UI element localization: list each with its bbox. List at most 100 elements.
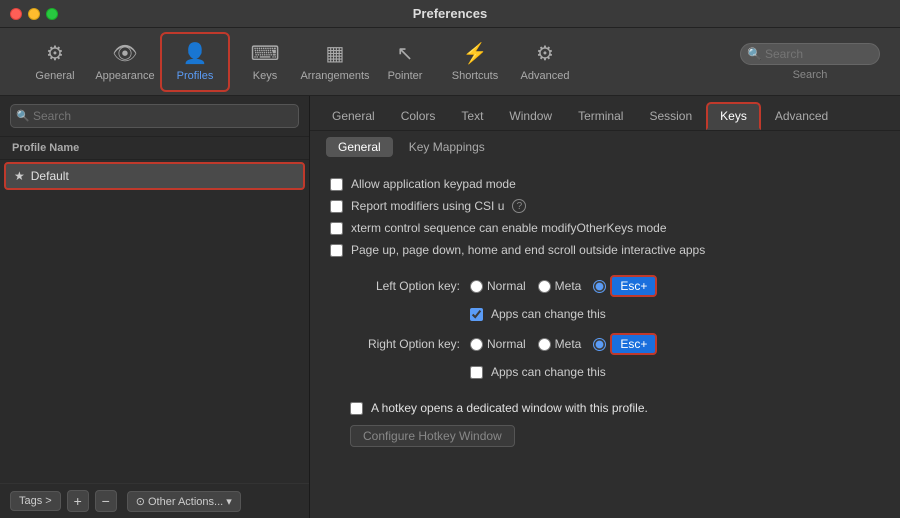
left-option-meta[interactable]: Meta (538, 279, 582, 293)
hotkey-row: A hotkey opens a dedicated window with t… (350, 401, 880, 415)
tab-window[interactable]: Window (497, 104, 564, 128)
checkbox-xterm-label: xterm control sequence can enable modify… (351, 221, 667, 235)
right-option-normal-label: Normal (487, 337, 526, 351)
toolbar-item-appearance[interactable]: 👁 Appearance (90, 32, 160, 92)
right-option-meta-label: Meta (555, 337, 582, 351)
toolbar-item-shortcuts[interactable]: ⚡ Shortcuts (440, 32, 510, 92)
titlebar: Preferences (0, 0, 900, 28)
add-profile-button[interactable]: + (67, 490, 89, 512)
tab2-key-mappings[interactable]: Key Mappings (397, 137, 497, 157)
checkbox-modifiers: Report modifiers using CSI u ? (330, 199, 880, 213)
content-body: Allow application keypad mode Report mod… (310, 163, 900, 518)
toolbar-search-wrapper: 🔍 (740, 43, 880, 65)
right-option-meta-radio[interactable] (538, 338, 551, 351)
right-option-key-label: Right Option key: (330, 337, 460, 351)
right-option-meta[interactable]: Meta (538, 337, 582, 351)
close-button[interactable] (10, 8, 22, 20)
checkbox-modifiers-input[interactable] (330, 200, 343, 213)
checkbox-keypad-input[interactable] (330, 178, 343, 191)
left-option-normal-radio[interactable] (470, 280, 483, 293)
checkbox-pageup-input[interactable] (330, 244, 343, 257)
star-icon: ★ (14, 169, 25, 183)
left-option-normal[interactable]: Normal (470, 279, 526, 293)
general-icon: ⚙ (46, 41, 64, 66)
right-option-normal-radio[interactable] (470, 338, 483, 351)
tab2-general[interactable]: General (326, 137, 393, 157)
right-option-esc[interactable]: Esc+ (593, 333, 657, 355)
tab-keys[interactable]: Keys (706, 102, 761, 130)
left-option-apps-change-row: Apps can change this (470, 307, 880, 321)
tab-session[interactable]: Session (637, 104, 704, 128)
left-option-esc-radio[interactable] (593, 280, 606, 293)
configure-hotkey-button[interactable]: Configure Hotkey Window (350, 425, 515, 447)
toolbar-item-pointer[interactable]: ↖ Pointer (370, 32, 440, 92)
right-option-normal[interactable]: Normal (470, 337, 526, 351)
sidebar-profile-default[interactable]: ★ Default (4, 162, 305, 190)
tags-button[interactable]: Tags > (10, 491, 61, 511)
toolbar-label-appearance: Appearance (95, 70, 154, 82)
left-option-normal-label: Normal (487, 279, 526, 293)
right-option-esc-radio[interactable] (593, 338, 606, 351)
toolbar-label-keys: Keys (253, 70, 277, 82)
tab-text[interactable]: Text (449, 104, 495, 128)
other-actions-dropdown-icon: ▾ (226, 495, 232, 508)
tab-colors[interactable]: Colors (389, 104, 448, 128)
checkbox-xterm: xterm control sequence can enable modify… (330, 221, 880, 235)
keys-icon: ⌨ (251, 41, 280, 66)
tab-terminal[interactable]: Terminal (566, 104, 635, 128)
sidebar: 🔍 Profile Name ★ Default Tags > + − ⊙ Ot… (0, 96, 310, 518)
help-icon-modifiers[interactable]: ? (512, 199, 526, 213)
right-option-apps-change-label: Apps can change this (491, 365, 606, 379)
checkbox-keypad-label: Allow application keypad mode (351, 177, 516, 191)
toolbar-label-arrangements: Arrangements (300, 70, 369, 82)
hotkey-label: A hotkey opens a dedicated window with t… (371, 401, 648, 415)
other-actions-button[interactable]: ⊙ Other Actions... ▾ (127, 491, 241, 512)
hotkey-checkbox[interactable] (350, 402, 363, 415)
other-actions-label: ⊙ Other Actions... (136, 495, 223, 508)
tab-advanced[interactable]: Advanced (763, 104, 840, 128)
main-layout: 🔍 Profile Name ★ Default Tags > + − ⊙ Ot… (0, 96, 900, 518)
toolbar-item-advanced[interactable]: ⚙ Advanced (510, 32, 580, 92)
sidebar-column-header: Profile Name (0, 137, 309, 160)
right-option-apps-change-checkbox[interactable] (470, 366, 483, 379)
toolbar-label-pointer: Pointer (388, 70, 423, 82)
toolbar-search-icon: 🔍 (747, 47, 762, 61)
arrangements-icon: ▦ (326, 41, 345, 66)
window-title: Preferences (413, 6, 487, 21)
sidebar-search-area: 🔍 (0, 96, 309, 137)
toolbar-label-profiles: Profiles (177, 70, 214, 82)
left-option-radio-group: Normal Meta Esc+ (470, 275, 657, 297)
toolbar-item-profiles[interactable]: 👤 Profiles (160, 32, 230, 92)
appearance-icon: 👁 (112, 41, 137, 66)
left-option-key-label: Left Option key: (330, 279, 460, 293)
maximize-button[interactable] (46, 8, 58, 20)
left-option-apps-change-checkbox[interactable] (470, 308, 483, 321)
profiles-icon: 👤 (183, 41, 208, 66)
right-option-esc-button[interactable]: Esc+ (610, 333, 657, 355)
checkbox-xterm-input[interactable] (330, 222, 343, 235)
minimize-button[interactable] (28, 8, 40, 20)
sidebar-search-icon: 🔍 (16, 110, 30, 123)
left-option-esc[interactable]: Esc+ (593, 275, 657, 297)
sidebar-search-input[interactable] (10, 104, 299, 128)
left-option-meta-radio[interactable] (538, 280, 551, 293)
toolbar-label-shortcuts: Shortcuts (452, 70, 498, 82)
toolbar-label-advanced: Advanced (521, 70, 570, 82)
checkbox-modifiers-label: Report modifiers using CSI u (351, 199, 504, 213)
left-option-key-row: Left Option key: Normal Meta Esc+ (330, 275, 880, 297)
tab-general[interactable]: General (320, 104, 387, 128)
left-option-esc-button[interactable]: Esc+ (610, 275, 657, 297)
tab-bar-secondary: General Key Mappings (310, 131, 900, 163)
remove-profile-button[interactable]: − (95, 490, 117, 512)
right-option-radio-group: Normal Meta Esc+ (470, 333, 657, 355)
toolbar-item-general[interactable]: ⚙ General (20, 32, 90, 92)
advanced-icon: ⚙ (536, 41, 554, 66)
toolbar-item-keys[interactable]: ⌨ Keys (230, 32, 300, 92)
shortcuts-icon: ⚡ (463, 41, 488, 66)
tab-bar-primary: General Colors Text Window Terminal Sess… (310, 96, 900, 131)
sidebar-list: ★ Default (0, 160, 309, 483)
toolbar-item-arrangements[interactable]: ▦ Arrangements (300, 32, 370, 92)
window-controls[interactable] (10, 8, 58, 20)
toolbar-label-general: General (35, 70, 74, 82)
toolbar-search-label: Search (793, 69, 828, 81)
